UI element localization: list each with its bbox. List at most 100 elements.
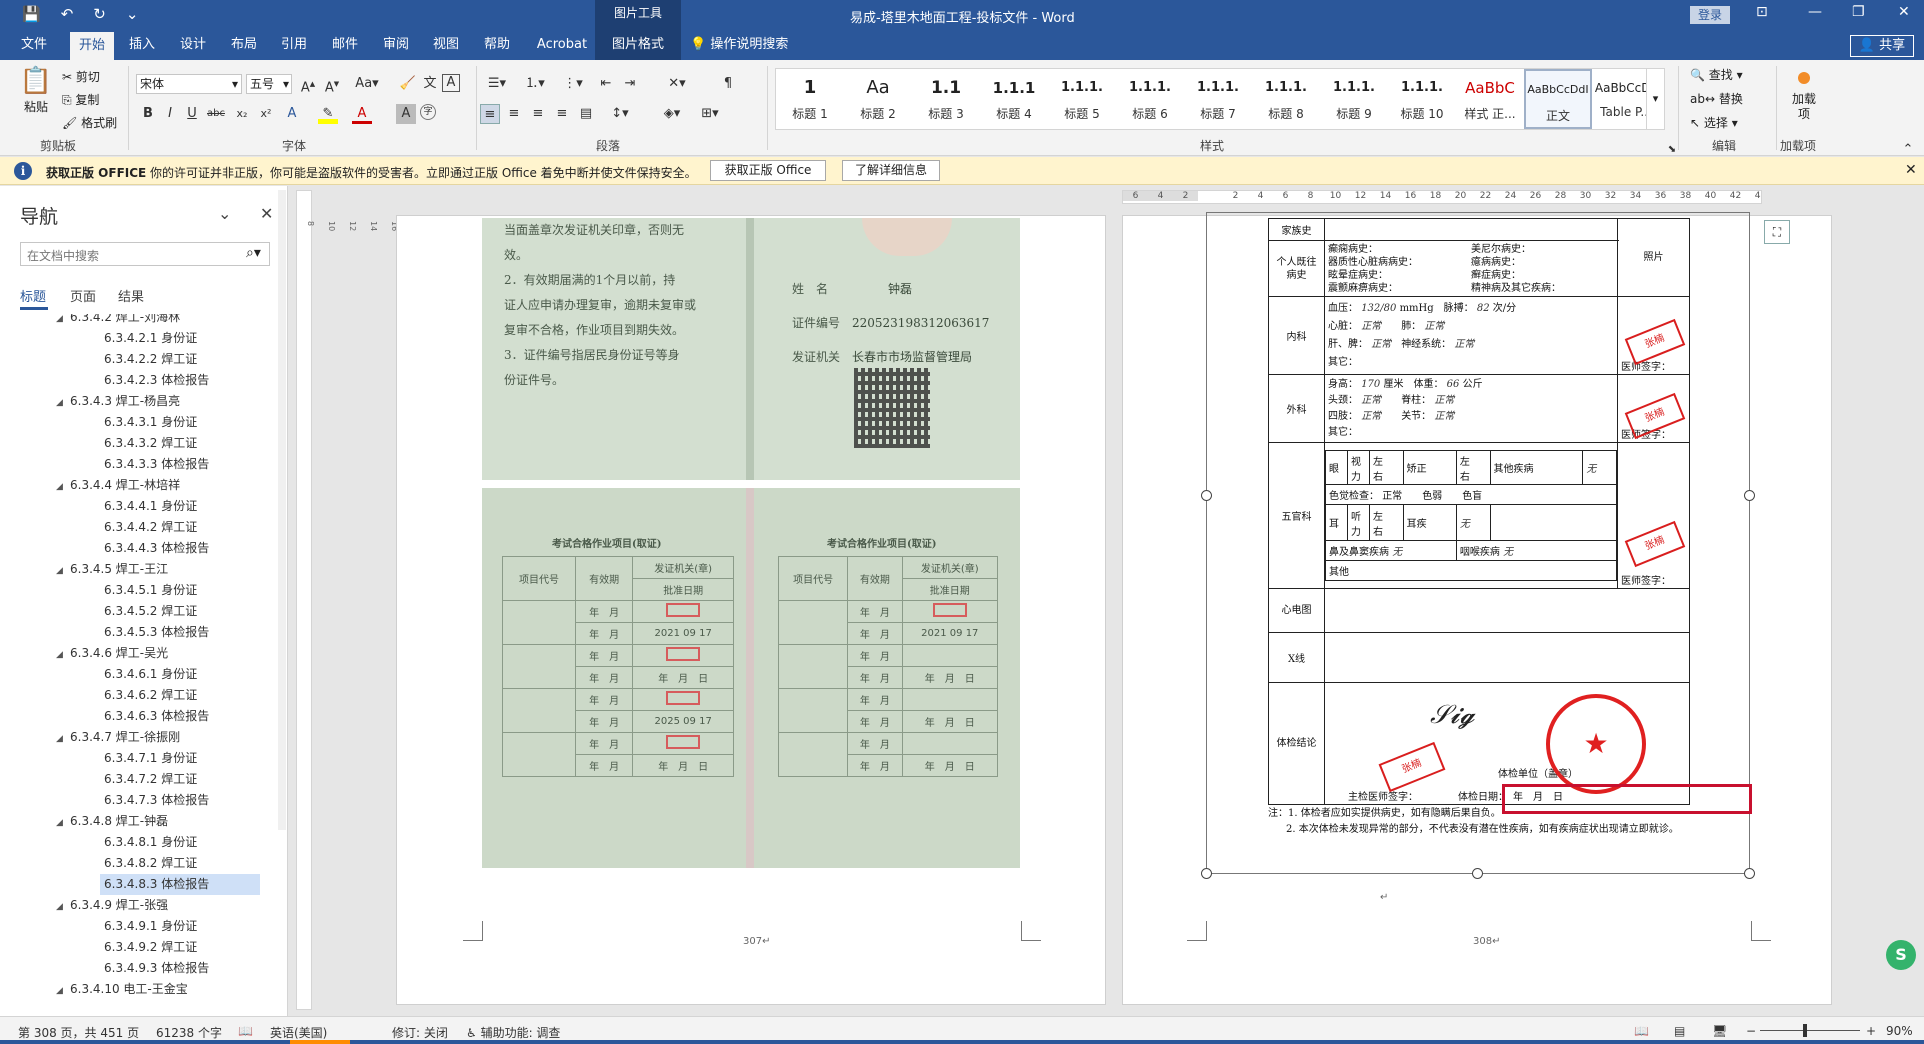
tab-results[interactable]: 结果 [118, 286, 144, 305]
nav-subheading-item[interactable]: 6.3.4.7.2 焊工证 [100, 769, 260, 790]
styles-more-icon[interactable]: ▾ [1646, 69, 1664, 129]
select-button[interactable]: ↖ 选择 ▾ [1690, 114, 1738, 131]
collapse-triangle-icon[interactable]: ◢ [56, 981, 70, 1002]
nav-heading-item[interactable]: ◢ 6.3.4.9 焊工-张强 [56, 895, 168, 916]
nav-subheading-item[interactable]: 6.3.4.3.2 焊工证 [100, 433, 260, 454]
enclose-characters-icon[interactable]: 字 [420, 104, 436, 120]
tab-picture-format[interactable]: 图片格式 [595, 30, 681, 60]
nav-subheading-item[interactable]: 6.3.4.5.1 身份证 [100, 580, 260, 601]
style-item[interactable]: Aa 标题 2 [844, 69, 912, 129]
resize-handle-bottom[interactable] [1472, 868, 1483, 879]
shrink-font-icon[interactable]: A▼ [322, 74, 342, 95]
underline-icon[interactable]: U [182, 104, 202, 124]
collapse-triangle-icon[interactable]: ◢ [56, 477, 70, 498]
tab-file[interactable]: 文件 [12, 30, 56, 60]
close-infobar-icon[interactable]: ✕ [1905, 162, 1917, 178]
nav-subheading-item[interactable]: 6.3.4.6.1 身份证 [100, 664, 260, 685]
minimize-icon[interactable]: — [1808, 4, 1822, 20]
nav-heading-item[interactable]: ◢ 6.3.4.3 焊工-杨昌亮 [56, 391, 180, 412]
font-name-combo[interactable]: 宋体 ▾ [136, 74, 242, 94]
tab-pages[interactable]: 页面 [70, 286, 96, 305]
nav-subheading-item[interactable]: 6.3.4.5.3 体检报告 [100, 622, 260, 643]
font-color-icon[interactable]: A [352, 104, 372, 124]
numbering-icon[interactable]: ⒈▾ [522, 74, 548, 94]
track-changes-status[interactable]: 修订: 关闭 [392, 1024, 448, 1041]
find-button[interactable]: 🔍 查找 ▾ [1690, 66, 1743, 83]
certificate-photo-top[interactable]: 当面盖章次发证机关印章，否则无 效。 2．有效期届满的1个月以前，持 证人应申请… [482, 218, 1020, 480]
tab-help[interactable]: 帮助 [475, 30, 519, 60]
chinese-layout-icon[interactable]: ✕▾ [662, 74, 692, 94]
learn-more-button[interactable]: 了解详细信息 [842, 160, 940, 181]
nav-subheading-item[interactable]: 6.3.4.8.2 焊工证 [100, 853, 260, 874]
print-layout-icon[interactable]: ▤ [1674, 1024, 1685, 1038]
nav-subheading-item[interactable]: 6.3.4.7.3 体检报告 [100, 790, 260, 811]
replace-button[interactable]: ab↔ 替换 [1690, 90, 1743, 107]
resize-handle-right[interactable] [1744, 490, 1755, 501]
zoom-thumb[interactable] [1803, 1024, 1807, 1037]
nav-search-input[interactable]: 在文档中搜索 [20, 242, 270, 266]
tab-acrobat[interactable]: Acrobat [530, 30, 594, 60]
collapse-triangle-icon[interactable]: ◢ [56, 561, 70, 582]
collapse-triangle-icon[interactable]: ◢ [56, 897, 70, 918]
nav-heading-item[interactable]: ◢ 6.3.4.4 焊工-林培祥 [56, 475, 180, 496]
format-painter-button[interactable]: 🖌 格式刷 [62, 114, 117, 131]
read-mode-icon[interactable]: 📖 [1634, 1024, 1649, 1038]
addins-button[interactable]: 加载项 [1786, 66, 1822, 122]
tell-me-search[interactable]: 💡 操作说明搜索 [690, 30, 810, 60]
ribbon-display-icon[interactable]: ⊡ [1756, 4, 1768, 20]
justify-icon[interactable]: ≡ [552, 104, 572, 124]
show-marks-icon[interactable]: ¶ [718, 74, 738, 94]
change-case-icon[interactable]: Aa▾ [352, 74, 382, 94]
nav-subheading-item[interactable]: 6.3.4.3.3 体检报告 [100, 454, 260, 475]
nav-scrollbar[interactable] [278, 190, 286, 830]
nav-heading-item[interactable]: ◢ 6.3.4.2 焊工-刘海林 [56, 314, 180, 328]
bullets-icon[interactable]: ☰▾ [484, 74, 510, 94]
line-spacing-icon[interactable]: ↕▾ [606, 104, 634, 124]
decrease-indent-icon[interactable]: ⇤ [596, 74, 616, 94]
certificate-photo-bottom[interactable]: 考试合格作业项目(取证) 考试合格作业项目(取证) 项目代号 有效期 发证机关(章)… [482, 488, 1020, 868]
font-size-combo[interactable]: 五号 ▾ [246, 74, 292, 94]
style-item[interactable]: 1.1.1. 标题 8 [1252, 69, 1320, 129]
subscript-icon[interactable]: x₂ [232, 104, 252, 124]
tab-layout[interactable]: 布局 [222, 30, 266, 60]
align-center-icon[interactable]: ≡ [504, 104, 524, 124]
nav-subheading-item[interactable]: 6.3.4.7.1 身份证 [100, 748, 260, 769]
nav-heading-item[interactable]: ◢ 6.3.4.5 焊工-王江 [56, 559, 168, 580]
highlight-icon[interactable]: ✎ [318, 104, 338, 124]
nav-subheading-item[interactable]: 6.3.4.6.3 体检报告 [100, 706, 260, 727]
resize-handle-bottom-left[interactable] [1201, 868, 1212, 879]
collapse-triangle-icon[interactable]: ◢ [56, 813, 70, 834]
superscript-icon[interactable]: x² [256, 104, 276, 124]
layout-options-icon[interactable]: ⛶ [1764, 220, 1790, 244]
style-item[interactable]: 1 标题 1 [776, 69, 844, 129]
tab-insert[interactable]: 插入 [120, 30, 164, 60]
word-count[interactable]: 61238 个字 [156, 1024, 222, 1041]
nav-heading-item[interactable]: ◢ 6.3.4.6 焊工-吴光 [56, 643, 168, 664]
shading-icon[interactable]: ◈▾ [658, 104, 686, 124]
tab-view[interactable]: 视图 [424, 30, 468, 60]
copy-button[interactable]: ⎘ 复制 [62, 91, 99, 108]
nav-subheading-item[interactable]: 6.3.4.3.1 身份证 [100, 412, 260, 433]
nav-subheading-item[interactable]: 6.3.4.9.1 身份证 [100, 916, 260, 937]
paste-button[interactable]: 📋 粘贴 [18, 64, 54, 115]
nav-subheading-item[interactable]: 6.3.4.8.3 体检报告 [100, 874, 260, 895]
nav-subheading-item[interactable]: 6.3.4.2.3 体检报告 [100, 370, 260, 391]
character-shading-icon[interactable]: A [396, 104, 416, 124]
collapse-triangle-icon[interactable]: ◢ [56, 393, 70, 414]
tab-design[interactable]: 设计 [171, 30, 215, 60]
nav-heading-item[interactable]: ◢ 6.3.4.8 焊工-钟磊 [56, 811, 168, 832]
nav-subheading-item[interactable]: 6.3.4.9.3 体检报告 [100, 958, 260, 979]
zoom-level[interactable]: 90% [1886, 1024, 1913, 1038]
style-item[interactable]: 1.1.1. 标题 9 [1320, 69, 1388, 129]
character-border-icon[interactable]: A [442, 74, 460, 92]
borders-icon[interactable]: ⊞▾ [696, 104, 724, 124]
style-item[interactable]: 1.1.1 标题 4 [980, 69, 1048, 129]
style-item[interactable]: 1.1.1. 标题 6 [1116, 69, 1184, 129]
style-item[interactable]: 1.1.1. 标题 7 [1184, 69, 1252, 129]
chevron-down-icon[interactable]: ⌄ [218, 204, 231, 223]
language-status[interactable]: 英语(美国) [270, 1024, 327, 1041]
style-item[interactable]: 1.1 标题 3 [912, 69, 980, 129]
accessibility-status[interactable]: ♿ 辅助功能: 调查 [466, 1024, 560, 1041]
collapse-triangle-icon[interactable]: ◢ [56, 645, 70, 666]
grow-font-icon[interactable]: A▲ [298, 74, 318, 95]
